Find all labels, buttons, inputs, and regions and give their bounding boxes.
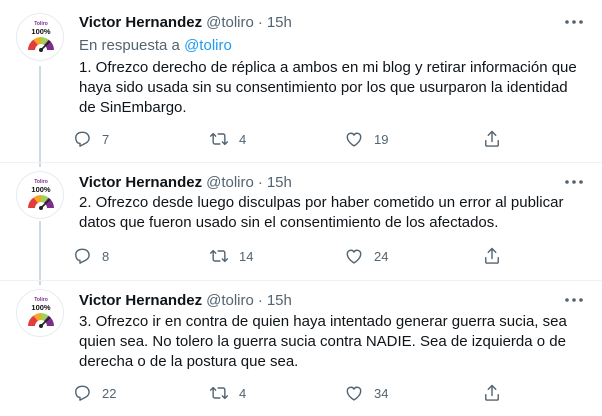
avatar[interactable]: Toliro 100% bbox=[16, 171, 64, 219]
reply-context: En respuesta a @toliro bbox=[79, 37, 232, 54]
like-count: 19 bbox=[374, 131, 389, 147]
tweet-header: Victor Hernandez @toliro · 15h bbox=[79, 12, 590, 32]
like-button[interactable]: 34 bbox=[344, 382, 388, 404]
author-handle[interactable]: @toliro bbox=[206, 14, 254, 31]
retweet-button[interactable]: 4 bbox=[209, 128, 246, 150]
retweet-icon bbox=[209, 132, 229, 146]
separator-dot: · bbox=[257, 173, 263, 191]
tweet-text: 1. Ofrezco derecho de réplica a ambos en… bbox=[79, 59, 577, 116]
avatar[interactable]: Toliro 100% bbox=[16, 289, 64, 337]
heart-icon bbox=[346, 249, 362, 264]
tweet-text: 3. Ofrezco ir en contra de quien haya in… bbox=[79, 313, 567, 370]
more-horizontal-icon bbox=[565, 20, 583, 24]
avatar-percent-text: 100% bbox=[31, 303, 51, 312]
retweet-icon bbox=[209, 249, 229, 263]
tweet-header: Victor Hernandez @toliro · 15h bbox=[79, 172, 590, 192]
share-button[interactable] bbox=[482, 382, 502, 404]
separator-dot: · bbox=[257, 291, 263, 309]
reply-count: 8 bbox=[102, 248, 110, 264]
reply-count: 22 bbox=[102, 385, 117, 401]
more-options-button[interactable] bbox=[564, 292, 584, 308]
retweet-count: 4 bbox=[239, 131, 247, 147]
reply-button[interactable]: 8 bbox=[72, 245, 109, 267]
tweet-header: Victor Hernandez @toliro · 15h bbox=[79, 290, 590, 310]
author-name[interactable]: Victor Hernandez bbox=[79, 174, 202, 191]
author-handle[interactable]: @toliro bbox=[206, 174, 254, 191]
more-horizontal-icon bbox=[565, 298, 583, 302]
more-horizontal-icon bbox=[565, 180, 583, 184]
retweet-button[interactable]: 14 bbox=[209, 245, 253, 267]
tweet-text: 2. Ofrezco desde luego disculpas por hab… bbox=[79, 194, 564, 231]
author-name[interactable]: Victor Hernandez bbox=[79, 14, 202, 31]
avatar[interactable]: Toliro 100% bbox=[16, 13, 64, 61]
reply-button[interactable]: 7 bbox=[72, 128, 109, 150]
avatar-image: Toliro 100% bbox=[28, 179, 54, 210]
reply-context-handle[interactable]: @toliro bbox=[184, 37, 232, 54]
reply-context-label: En respuesta a bbox=[79, 37, 185, 54]
heart-icon bbox=[346, 132, 362, 147]
retweet-count: 14 bbox=[239, 248, 254, 264]
tweet[interactable]: Toliro 100% Victor Hernandez @toliro · 1… bbox=[0, 281, 602, 416]
share-icon bbox=[485, 247, 499, 264]
avatar-percent-text: 100% bbox=[31, 27, 51, 36]
tweet[interactable]: Toliro 100% Victor Hernandez @toliro · 1… bbox=[0, 163, 602, 281]
reply-count: 7 bbox=[102, 131, 110, 147]
share-button[interactable] bbox=[482, 128, 502, 150]
more-options-button[interactable] bbox=[564, 174, 584, 190]
timestamp[interactable]: 15h bbox=[267, 14, 292, 31]
like-button[interactable]: 24 bbox=[344, 245, 388, 267]
tweet[interactable]: Toliro 100% Victor Hernandez @toliro · 1… bbox=[0, 0, 602, 163]
reply-icon bbox=[75, 248, 90, 264]
share-icon bbox=[485, 384, 499, 401]
reply-icon bbox=[75, 131, 90, 147]
more-options-button[interactable] bbox=[564, 14, 584, 30]
author-handle[interactable]: @toliro bbox=[206, 292, 254, 309]
separator-dot: · bbox=[257, 13, 263, 31]
retweet-icon bbox=[209, 386, 229, 400]
like-count: 24 bbox=[374, 248, 389, 264]
like-count: 34 bbox=[374, 385, 389, 401]
avatar-image: Toliro 100% bbox=[28, 21, 54, 52]
author-name[interactable]: Victor Hernandez bbox=[79, 292, 202, 309]
retweet-button[interactable]: 4 bbox=[209, 382, 246, 404]
reply-icon bbox=[75, 385, 90, 401]
retweet-count: 4 bbox=[239, 385, 247, 401]
like-button[interactable]: 19 bbox=[344, 128, 388, 150]
reply-button[interactable]: 22 bbox=[72, 382, 116, 404]
avatar-image: Toliro 100% bbox=[28, 297, 54, 328]
timestamp[interactable]: 15h bbox=[267, 292, 292, 309]
timestamp[interactable]: 15h bbox=[267, 174, 292, 191]
share-icon bbox=[485, 130, 499, 147]
avatar-percent-text: 100% bbox=[31, 185, 51, 194]
timeline: Toliro 100% Victor Hernandez @toliro · 1… bbox=[0, 0, 602, 416]
share-button[interactable] bbox=[482, 245, 502, 267]
heart-icon bbox=[346, 386, 362, 401]
